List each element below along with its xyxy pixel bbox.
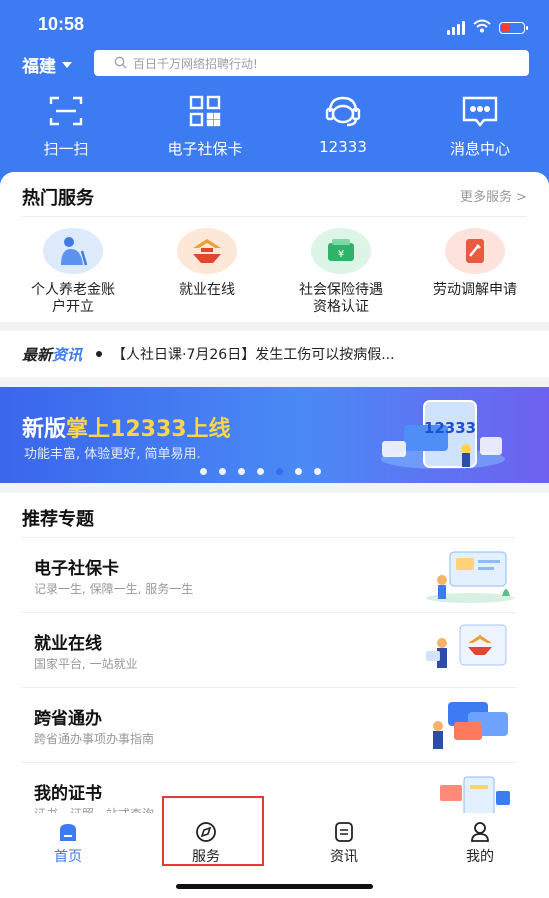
region-label: 福建	[22, 57, 56, 77]
employment-illustration	[426, 624, 507, 668]
quick-social-card-label: 电子社保卡	[167, 140, 243, 158]
banner-title-part2: 掌上12333上线	[66, 417, 231, 442]
elderly-icon	[43, 228, 103, 274]
status-time: 10:58	[38, 14, 85, 34]
service-employment[interactable]: 就业在线	[142, 228, 272, 299]
service-pension-account-line: 个人养老金账 户开立	[31, 282, 115, 315]
caret-down-icon	[62, 61, 72, 68]
tab-profile[interactable]: 我的	[440, 821, 520, 866]
profile-icon	[471, 822, 489, 842]
scan-icon	[46, 94, 86, 132]
quick-messages[interactable]: 消息中心	[432, 94, 528, 159]
topic-name: 跨省通办	[34, 709, 102, 729]
status-bar: 10:58	[0, 12, 549, 40]
pager-dot-active[interactable]	[276, 468, 283, 475]
divider	[22, 216, 527, 217]
hot-services-title: 热门服务	[22, 188, 94, 209]
more-services-link[interactable]: 更多服务 >	[460, 186, 527, 205]
service-insurance-verify[interactable]: ¥ 社会保险待遇 资格认证	[276, 228, 406, 316]
banner-subtitle: 功能丰富, 体验更好, 简单易用.	[24, 447, 201, 462]
svg-text:¥: ¥	[338, 249, 344, 260]
banner-illustration: 12333	[381, 400, 505, 469]
news-tag: 最新资讯	[22, 344, 82, 365]
wallet-icon: ¥	[311, 228, 371, 274]
battery-icon	[499, 21, 528, 34]
quick-scan-label: 扫一扫	[43, 140, 89, 158]
social-card-illustration	[426, 551, 514, 603]
topic-cross-province[interactable]: 跨省通办 跨省通办事项办事指南	[22, 687, 516, 763]
header: 10:58 福建 百日千万网络招聘行动! 扫一扫 电子社保卡 12333 消息中…	[0, 0, 549, 200]
banner-pager[interactable]	[200, 468, 321, 475]
document-icon	[445, 228, 505, 274]
headset-icon	[323, 94, 363, 132]
message-icon	[460, 94, 500, 132]
tab-home-label: 首页	[54, 849, 82, 865]
topic-desc: 跨省通办事项办事指南	[34, 732, 155, 746]
recommended-title: 推荐专题	[22, 509, 94, 530]
status-icons	[447, 18, 528, 37]
bullet-icon	[96, 351, 103, 357]
quick-hotline-label: 12333	[319, 138, 367, 156]
topic-social-card[interactable]: 电子社保卡 记录一生, 保障一生, 服务一生	[22, 537, 516, 613]
topic-name: 我的证书	[34, 784, 102, 804]
news-tag-part1: 最新	[22, 345, 53, 364]
pager-dot[interactable]	[314, 468, 321, 475]
quick-scan[interactable]: 扫一扫	[24, 94, 108, 159]
pager-dot[interactable]	[238, 468, 245, 475]
topic-employment[interactable]: 就业在线 国家平台, 一站就业	[22, 612, 516, 688]
highlight-box	[162, 796, 264, 866]
news-ticker[interactable]: 最新资讯 【人社日课·7月26日】发生工伤可以按病假...	[0, 331, 549, 377]
pager-dot[interactable]	[200, 468, 207, 475]
service-labor-mediation-label: 劳动调解申请	[433, 282, 517, 298]
service-insurance-verify-label: 社会保险待遇 资格认证	[299, 282, 383, 315]
recommended-topics: 推荐专题 电子社保卡 记录一生, 保障一生, 服务一生 就业在线 国家平台, 一…	[0, 493, 549, 823]
banner-image-text: 12333	[424, 419, 476, 437]
topic-desc: 记录一生, 保障一生, 服务一生	[34, 582, 194, 596]
topic-desc: 国家平台, 一站就业	[34, 657, 138, 671]
service-employment-label: 就业在线	[179, 282, 235, 298]
news-headline[interactable]: 【人社日课·7月26日】发生工伤可以按病假...	[112, 344, 512, 364]
topic-name: 就业在线	[34, 634, 102, 654]
banner-title-part1: 新版	[22, 417, 67, 442]
search-icon	[114, 54, 127, 73]
tab-news-label: 资讯	[330, 849, 358, 865]
region-selector[interactable]: 福建	[22, 52, 72, 77]
home-icon	[60, 824, 76, 841]
service-pension-account-label: 个人养老金账 户开立	[31, 282, 115, 316]
pager-dot[interactable]	[219, 468, 226, 475]
home-indicator[interactable]	[176, 884, 373, 889]
signal-icon	[447, 20, 465, 35]
employment-icon	[177, 228, 237, 274]
quick-social-card[interactable]: 电子社保卡	[150, 94, 260, 159]
banner-title: 新版掌上12333上线	[22, 411, 231, 443]
pager-dot[interactable]	[295, 468, 302, 475]
qr-code-icon	[188, 94, 222, 132]
quick-hotline[interactable]: 12333	[298, 94, 388, 156]
topic-name: 电子社保卡	[34, 559, 119, 579]
cards-illustration	[433, 702, 508, 749]
pager-dot[interactable]	[257, 468, 264, 475]
wifi-icon	[473, 18, 491, 37]
service-pension-account[interactable]: 个人养老金账 户开立	[8, 228, 138, 316]
news-icon	[335, 822, 353, 842]
service-labor-mediation[interactable]: 劳动调解申请	[410, 228, 540, 299]
promo-banner[interactable]: 新版掌上12333上线 功能丰富, 体验更好, 简单易用. 12333	[0, 387, 549, 483]
search-input[interactable]: 百日千万网络招聘行动!	[94, 50, 529, 76]
search-placeholder: 百日千万网络招聘行动!	[133, 56, 258, 71]
hot-services-card: 热门服务 更多服务 > 个人养老金账 户开立 就业在线 ¥ 社会保险待遇 资格认…	[0, 172, 549, 322]
tab-home[interactable]: 首页	[28, 821, 108, 866]
tab-profile-label: 我的	[466, 849, 494, 865]
tab-news[interactable]: 资讯	[304, 821, 384, 866]
quick-messages-label: 消息中心	[449, 140, 510, 158]
news-tag-part2: 资讯	[52, 345, 83, 364]
